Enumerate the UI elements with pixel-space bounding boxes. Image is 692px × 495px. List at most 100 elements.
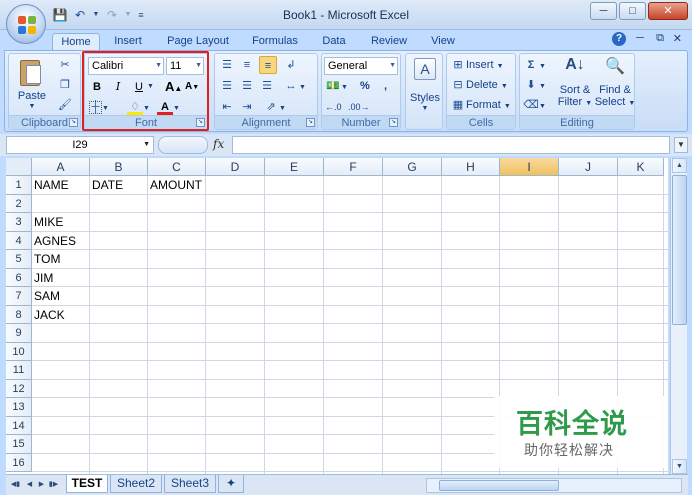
- cell-b1[interactable]: DATE: [91, 176, 147, 194]
- italic-button[interactable]: I: [110, 78, 126, 96]
- cell-a6[interactable]: JIM: [33, 269, 89, 287]
- vertical-scroll-thumb[interactable]: [672, 175, 687, 325]
- styles-button[interactable]: Styles: [406, 92, 444, 104]
- tab-insert[interactable]: Insert: [106, 33, 150, 50]
- insert-cells-button[interactable]: ⊞ Insert ▼: [450, 56, 503, 74]
- column-header-g[interactable]: G: [383, 158, 442, 176]
- increase-indent-icon[interactable]: ⇥: [239, 98, 255, 116]
- number-format-dropdown-icon[interactable]: ▼: [389, 58, 396, 74]
- styles-dropdown-icon[interactable]: ▼: [406, 105, 444, 112]
- row-header-12[interactable]: 12: [6, 379, 32, 398]
- clipboard-launcher-icon[interactable]: ↘: [69, 118, 78, 127]
- expand-formula-bar-icon[interactable]: ▼: [674, 137, 688, 153]
- increase-font-icon[interactable]: A▲: [165, 78, 182, 96]
- cut-icon[interactable]: ✂: [57, 56, 73, 74]
- cell-a1[interactable]: NAME: [33, 176, 89, 194]
- name-box-dropdown-icon[interactable]: ▼: [143, 137, 150, 153]
- font-name-dropdown-icon[interactable]: ▼: [155, 58, 162, 74]
- tab-formulas[interactable]: Formulas: [246, 33, 304, 50]
- decrease-decimal-icon[interactable]: .00→: [348, 98, 370, 116]
- alignment-launcher-icon[interactable]: ↘: [306, 118, 315, 127]
- number-launcher-icon[interactable]: ↘: [389, 118, 398, 127]
- column-header-i[interactable]: I: [500, 158, 559, 176]
- bottom-align-icon[interactable]: ≡: [259, 56, 277, 74]
- formula-bar-splitter[interactable]: [158, 136, 208, 154]
- underline-button[interactable]: U: [131, 78, 147, 96]
- tab-review[interactable]: Review: [364, 33, 414, 50]
- vertical-scrollbar[interactable]: ▲ ▼: [670, 158, 687, 474]
- cell-a4[interactable]: AGNES: [33, 232, 89, 250]
- cell-a3[interactable]: MIKE: [33, 213, 89, 231]
- fill-icon[interactable]: ⬇ ▼: [523, 76, 546, 94]
- close-button[interactable]: ✕: [648, 2, 688, 20]
- insert-function-icon[interactable]: fx: [213, 137, 224, 151]
- row-header-7[interactable]: 7: [6, 287, 32, 306]
- maximize-button[interactable]: □: [619, 2, 646, 20]
- font-name-combo[interactable]: Calibri ▼: [88, 57, 164, 75]
- column-header-e[interactable]: E: [265, 158, 324, 176]
- row-header-13[interactable]: 13: [6, 398, 32, 417]
- row-header-1[interactable]: 1: [6, 176, 32, 195]
- column-header-f[interactable]: F: [324, 158, 383, 176]
- sheet-tab-sheet2[interactable]: Sheet2: [110, 475, 162, 493]
- column-header-j[interactable]: J: [559, 158, 618, 176]
- column-header-b[interactable]: B: [90, 158, 148, 176]
- paste-dropdown-icon[interactable]: ▼: [15, 103, 49, 110]
- cell-a8[interactable]: JACK: [33, 306, 89, 324]
- tab-view[interactable]: View: [424, 33, 462, 50]
- accounting-format-icon[interactable]: 💵▼: [325, 77, 348, 95]
- row-header-16[interactable]: 16: [6, 453, 32, 472]
- horizontal-scroll-thumb[interactable]: [439, 480, 559, 491]
- row-header-8[interactable]: 8: [6, 305, 32, 324]
- format-cells-button[interactable]: ▦ Format ▼: [450, 96, 511, 114]
- row-header-6[interactable]: 6: [6, 268, 32, 287]
- office-button[interactable]: [6, 4, 46, 44]
- number-format-combo[interactable]: General ▼: [324, 57, 398, 75]
- ribbon-restore-icon[interactable]: ⧉: [656, 32, 664, 45]
- paste-button[interactable]: Paste: [15, 90, 49, 102]
- ribbon-minimize-icon[interactable]: ─: [636, 32, 644, 44]
- first-sheet-icon[interactable]: ◀▮: [10, 479, 21, 491]
- tab-home[interactable]: Home: [52, 33, 100, 50]
- align-left-icon[interactable]: ☰: [219, 77, 235, 95]
- percent-style-button[interactable]: %: [360, 77, 370, 95]
- row-header-15[interactable]: 15: [6, 435, 32, 454]
- scroll-down-icon[interactable]: ▼: [672, 459, 687, 474]
- sort-filter-icon[interactable]: A↓: [560, 56, 590, 80]
- decrease-indent-icon[interactable]: ⇤: [219, 98, 235, 116]
- row-header-10[interactable]: 10: [6, 342, 32, 361]
- delete-cells-button[interactable]: ⊟ Delete ▼: [450, 76, 507, 94]
- find-select-icon[interactable]: 🔍: [600, 56, 630, 80]
- scroll-up-icon[interactable]: ▲: [672, 158, 687, 173]
- row-header-5[interactable]: 5: [6, 250, 32, 269]
- cell-a5[interactable]: TOM: [33, 250, 89, 268]
- borders-icon[interactable]: ┼ ▼: [89, 98, 109, 116]
- sort-filter-button[interactable]: Sort & Filter ▼: [554, 84, 596, 110]
- copy-icon[interactable]: ❐: [57, 76, 73, 94]
- next-sheet-icon[interactable]: ▶: [36, 479, 47, 491]
- font-color-icon[interactable]: A ▼: [157, 98, 180, 116]
- autosum-icon[interactable]: Σ ▼: [523, 56, 546, 74]
- orientation-icon[interactable]: ⇗ ▼: [263, 98, 286, 116]
- tab-page-layout[interactable]: Page Layout: [162, 33, 234, 50]
- font-launcher-icon[interactable]: ↘: [196, 118, 205, 127]
- name-box[interactable]: I29 ▼: [6, 136, 154, 154]
- underline-dropdown-icon[interactable]: ▼: [147, 78, 154, 96]
- align-center-icon[interactable]: ☰: [239, 77, 255, 95]
- decrease-font-icon[interactable]: A▼: [185, 78, 199, 96]
- column-header-a[interactable]: A: [32, 158, 90, 176]
- insert-sheet-icon[interactable]: ✦: [218, 475, 244, 493]
- bold-button[interactable]: B: [89, 78, 105, 96]
- align-right-icon[interactable]: ☰: [259, 77, 275, 95]
- row-header-4[interactable]: 4: [6, 231, 32, 250]
- column-header-h[interactable]: H: [442, 158, 500, 176]
- row-header-3[interactable]: 3: [6, 213, 32, 232]
- row-header-9[interactable]: 9: [6, 324, 32, 343]
- styles-icon[interactable]: A: [414, 58, 436, 80]
- row-header-14[interactable]: 14: [6, 416, 32, 435]
- clear-icon[interactable]: ⌫▼: [523, 96, 546, 114]
- minimize-button[interactable]: ─: [590, 2, 617, 20]
- find-select-button[interactable]: Find & Select ▼: [594, 84, 636, 110]
- row-header-2[interactable]: 2: [6, 194, 32, 213]
- column-header-k[interactable]: K: [618, 158, 664, 176]
